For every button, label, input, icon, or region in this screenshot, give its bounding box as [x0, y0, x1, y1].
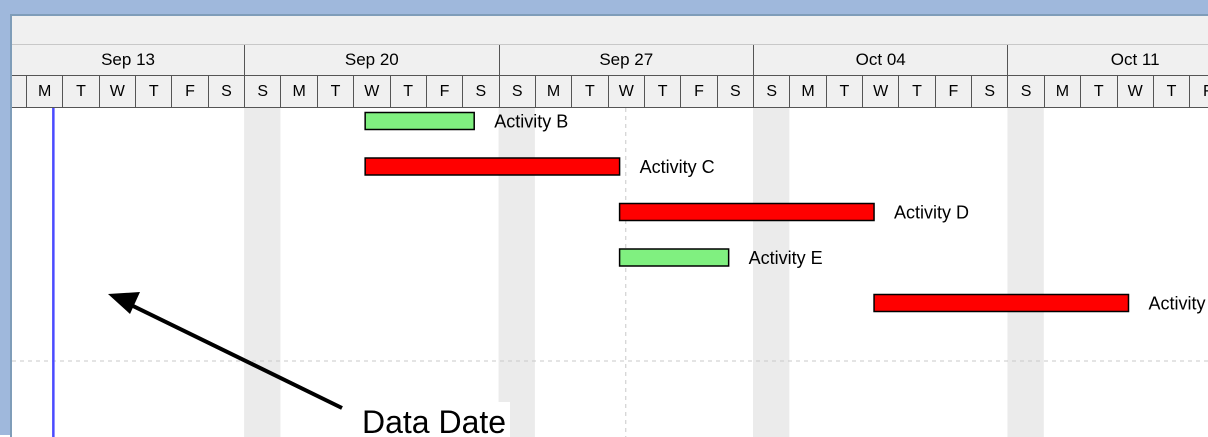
day-header: T	[571, 76, 607, 107]
day-header: T	[644, 76, 680, 107]
day-header: M	[1044, 76, 1080, 107]
activity-bar	[365, 113, 474, 130]
day-header: S	[499, 76, 535, 107]
day-header: F	[171, 76, 207, 107]
day-header: T	[898, 76, 934, 107]
day-header: T	[390, 76, 426, 107]
week-header: Sep 20	[244, 45, 498, 75]
weekend-shade	[244, 108, 280, 437]
day-header: T	[1080, 76, 1116, 107]
day-header: M	[535, 76, 571, 107]
activity-label: Activity D	[894, 203, 969, 223]
day-header: W	[353, 76, 389, 107]
day-header: S	[1007, 76, 1043, 107]
activity-bar	[620, 249, 729, 266]
day-header: S	[971, 76, 1007, 107]
gantt-chart-area[interactable]: Activity AActivity BActivity CActivity D…	[12, 108, 1208, 437]
week-header: Oct 04	[753, 45, 1007, 75]
week-header: Oct 11	[1007, 45, 1208, 75]
arrowhead-icon	[108, 292, 140, 314]
day-header: F	[680, 76, 716, 107]
day-header: F	[1189, 76, 1208, 107]
day-header: W	[608, 76, 644, 107]
day-header: T	[826, 76, 862, 107]
activity-label: Activity C	[640, 157, 715, 177]
day-header: S	[753, 76, 789, 107]
day-header: T	[62, 76, 98, 107]
day-header: M	[26, 76, 62, 107]
window-frame: Sep 13Sep 20Sep 27Oct 04Oct 11 MTWTFSSMT…	[0, 0, 1208, 435]
day-header: M	[789, 76, 825, 107]
day-header: T	[135, 76, 171, 107]
day-header: M	[280, 76, 316, 107]
day-header: S	[208, 76, 244, 107]
gantt-panel: Sep 13Sep 20Sep 27Oct 04Oct 11 MTWTFSSMT…	[10, 14, 1208, 437]
activity-bar	[874, 295, 1128, 312]
weekend-shade	[753, 108, 789, 437]
weekend-shade	[1007, 108, 1043, 437]
timescale-weeks: Sep 13Sep 20Sep 27Oct 04Oct 11	[12, 45, 1208, 76]
timescale-days: MTWTFSSMTWTFSSMTWTFSSMTWTFSSMTWTF	[12, 76, 1208, 108]
data-date-arrow	[127, 303, 342, 408]
activity-bar	[620, 204, 874, 221]
day-header: T	[317, 76, 353, 107]
toolbar-band	[12, 16, 1208, 45]
activity-label: Activity F	[1149, 294, 1208, 314]
day-header: S	[717, 76, 753, 107]
data-date-annotation: Data Date	[358, 402, 510, 437]
day-header: W	[862, 76, 898, 107]
activity-bar	[365, 158, 619, 175]
day-header: S	[462, 76, 498, 107]
week-header: Sep 27	[499, 45, 753, 75]
day-header: W	[99, 76, 135, 107]
day-header: F	[935, 76, 971, 107]
day-header: T	[1153, 76, 1189, 107]
day-header: W	[1117, 76, 1153, 107]
week-header: Sep 13	[12, 45, 244, 75]
activity-label: Activity E	[749, 248, 823, 268]
day-header: S	[244, 76, 280, 107]
day-header: F	[426, 76, 462, 107]
activity-label: Activity B	[494, 112, 568, 132]
